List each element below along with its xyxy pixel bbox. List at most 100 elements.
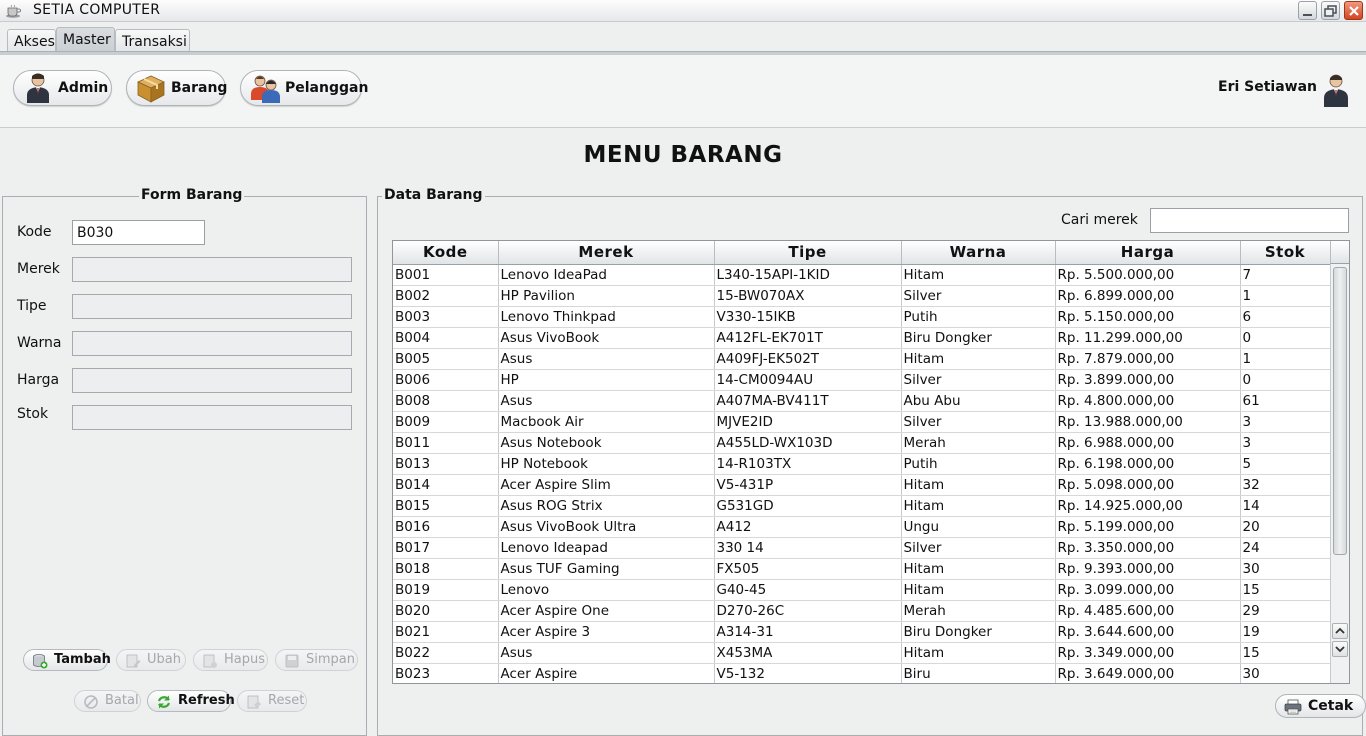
close-button[interactable] [1344, 1, 1363, 20]
table-row[interactable]: B015 Asus ROG Strix G531GD Hitam Rp. 14.925.… [393, 495, 1331, 517]
barang-button[interactable]: Barang [126, 70, 228, 106]
cetak-button[interactable]: Cetak [1275, 694, 1366, 718]
table-cell-harga: Rp. 7.879.000,00 [1055, 348, 1241, 370]
table-cell-warna: Hitam [901, 558, 1056, 580]
table-cell-warna: Putih [901, 306, 1056, 328]
table-cell-tipe: L340-15API-1KID [714, 264, 902, 286]
table-cell-tipe: A412FL-EK701T [714, 327, 902, 349]
table-row[interactable]: B009 Macbook Air MJVE2ID Silver Rp. 13.988.0… [393, 411, 1331, 433]
title-bar: SETIA COMPUTER [0, 0, 1366, 22]
reset-button[interactable]: Reset [237, 690, 307, 712]
table-row[interactable]: B023 Acer Aspire V5-132 Biru Rp. 3.649.000,0… [393, 663, 1331, 683]
table-cell-stok: 15 [1240, 642, 1331, 664]
table-cell-kode: B019 [393, 579, 499, 601]
table-row[interactable]: B021 Acer Aspire 3 A314-31 Biru Dongker Rp. … [393, 621, 1331, 643]
table-row[interactable]: B005 Asus A409FJ-EK502T Hitam Rp. 7.879.000,… [393, 348, 1331, 370]
table-cell-harga: Rp. 3.099.000,00 [1055, 579, 1241, 601]
search-merek-input[interactable] [1150, 208, 1349, 233]
harga-field[interactable] [72, 368, 352, 393]
table-row[interactable]: B013 HP Notebook 14-R103TX Putih Rp. 6.198.0… [393, 453, 1331, 475]
table-cell-warna: Silver [901, 537, 1056, 559]
barang-button-label: Barang [171, 80, 228, 96]
table-row[interactable]: B019 Lenovo G40-45 Hitam Rp. 3.099.000,00 15 [393, 579, 1331, 601]
table-cell-warna: Hitam [901, 474, 1056, 496]
warna-field[interactable] [72, 331, 352, 356]
table-cell-stok: 6 [1240, 306, 1331, 328]
table-row[interactable]: B003 Lenovo Thinkpad V330-15IKB Putih Rp. 5.… [393, 306, 1331, 328]
pelanggan-button[interactable]: Pelanggan [240, 70, 368, 106]
table-cell-stok: 7 [1240, 264, 1331, 286]
table-cell-merek: HP Pavilion [498, 285, 715, 307]
table-row[interactable]: B018 Asus TUF Gaming FX505 Hitam Rp. 9.393.0… [393, 558, 1331, 580]
table-cell-harga: Rp. 3.644.600,00 [1055, 621, 1241, 643]
table-row[interactable]: B006 HP 14-CM0094AU Silver Rp. 3.899.000,00 0 [393, 369, 1331, 391]
admin-button[interactable]: Admin [13, 70, 112, 106]
tab-akses[interactable]: Akses [7, 29, 56, 53]
table-cell-tipe: G531GD [714, 495, 902, 517]
table-cell-stok: 20 [1240, 516, 1331, 538]
cetak-button-label: Cetak [1308, 698, 1354, 714]
table-cell-kode: B011 [393, 432, 499, 454]
table-row[interactable]: B016 Asus VivoBook Ultra A412 Ungu Rp. 5.199… [393, 516, 1331, 538]
ubah-button[interactable]: Ubah [116, 649, 186, 671]
table-cell-harga: Rp. 3.649.000,00 [1055, 663, 1241, 683]
table-row[interactable]: B020 Acer Aspire One D270-26C Merah Rp. 4.48… [393, 600, 1331, 622]
scroll-up-button[interactable] [1332, 623, 1348, 639]
table-row[interactable]: B001 Lenovo IdeaPad L340-15API-1KID Hitam Rp… [393, 264, 1331, 286]
tipe-field[interactable] [72, 294, 352, 319]
batal-button[interactable]: Batal [74, 690, 141, 712]
table-cell-harga: Rp. 4.800.000,00 [1055, 390, 1241, 412]
table-cell-warna: Hitam [901, 348, 1056, 370]
table-cell-kode: B001 [393, 264, 499, 286]
column-header-merek[interactable]: Merek [498, 241, 715, 265]
tab-transaksi[interactable]: Transaksi [115, 29, 190, 53]
table-cell-kode: B017 [393, 537, 499, 559]
tambah-button[interactable]: Tambah [23, 649, 111, 671]
table-cell-kode: B018 [393, 558, 499, 580]
kode-field[interactable] [72, 220, 205, 245]
column-header-kode[interactable]: Kode [393, 241, 499, 265]
column-header-warna[interactable]: Warna [901, 241, 1056, 265]
tipe-label: Tipe [17, 298, 47, 314]
column-header-stok[interactable]: Stok [1240, 241, 1331, 265]
table-header-row: Kode Merek Tipe Warna Harga Stok [393, 241, 1331, 265]
table-cell-warna: Silver [901, 411, 1056, 433]
table-row[interactable]: B022 Asus X453MA Hitam Rp. 3.349.000,00 15 [393, 642, 1331, 664]
table-cell-harga: Rp. 11.299.000,00 [1055, 327, 1241, 349]
table-cell-harga: Rp. 13.988.000,00 [1055, 411, 1241, 433]
table-cell-merek: Lenovo Ideapad [498, 537, 715, 559]
table-cell-merek: HP [498, 369, 715, 391]
merek-field[interactable] [72, 257, 352, 282]
edit-icon [126, 654, 141, 668]
user-icon [1324, 74, 1348, 107]
vertical-scrollbar[interactable] [1330, 264, 1349, 683]
table-row[interactable]: B011 Asus Notebook A455LD-WX103D Merah Rp. 6… [393, 432, 1331, 454]
hapus-button[interactable]: Hapus [193, 649, 268, 671]
table-cell-stok: 32 [1240, 474, 1331, 496]
refresh-icon [157, 695, 171, 709]
table-row[interactable]: B008 Asus A407MA-BV411T Abu Abu Rp. 4.800.00… [393, 390, 1331, 412]
stok-field[interactable] [72, 405, 352, 430]
table-cell-merek: Asus VivoBook Ultra [498, 516, 715, 538]
scroll-thumb[interactable] [1333, 267, 1347, 555]
table-cell-harga: Rp. 5.500.000,00 [1055, 264, 1241, 286]
table-cell-warna: Hitam [901, 264, 1056, 286]
table-cell-warna: Silver [901, 285, 1056, 307]
table-cell-merek: Lenovo IdeaPad [498, 264, 715, 286]
table-row[interactable]: B004 Asus VivoBook A412FL-EK701T Biru Dongk… [393, 327, 1331, 349]
table-cell-merek: Asus [498, 642, 715, 664]
table-cell-kode: B009 [393, 411, 499, 433]
maximize-button[interactable] [1321, 1, 1340, 20]
data-table[interactable]: Kode Merek Tipe Warna Harga Stok B001 Len… [392, 240, 1350, 684]
refresh-button[interactable]: Refresh [147, 690, 235, 712]
column-header-tipe[interactable]: Tipe [714, 241, 902, 265]
table-cell-harga: Rp. 3.350.000,00 [1055, 537, 1241, 559]
table-row[interactable]: B002 HP Pavilion 15-BW070AX Silver Rp. 6.899… [393, 285, 1331, 307]
tab-master[interactable]: Master [56, 27, 115, 54]
table-row[interactable]: B017 Lenovo Ideapad 330 14 Silver Rp. 3.350.… [393, 537, 1331, 559]
scroll-down-button[interactable] [1332, 641, 1348, 657]
column-header-harga[interactable]: Harga [1055, 241, 1241, 265]
simpan-button[interactable]: Simpan [275, 649, 358, 671]
minimize-button[interactable] [1298, 1, 1317, 20]
table-row[interactable]: B014 Acer Aspire Slim V5-431P Hitam Rp. 5.09… [393, 474, 1331, 496]
